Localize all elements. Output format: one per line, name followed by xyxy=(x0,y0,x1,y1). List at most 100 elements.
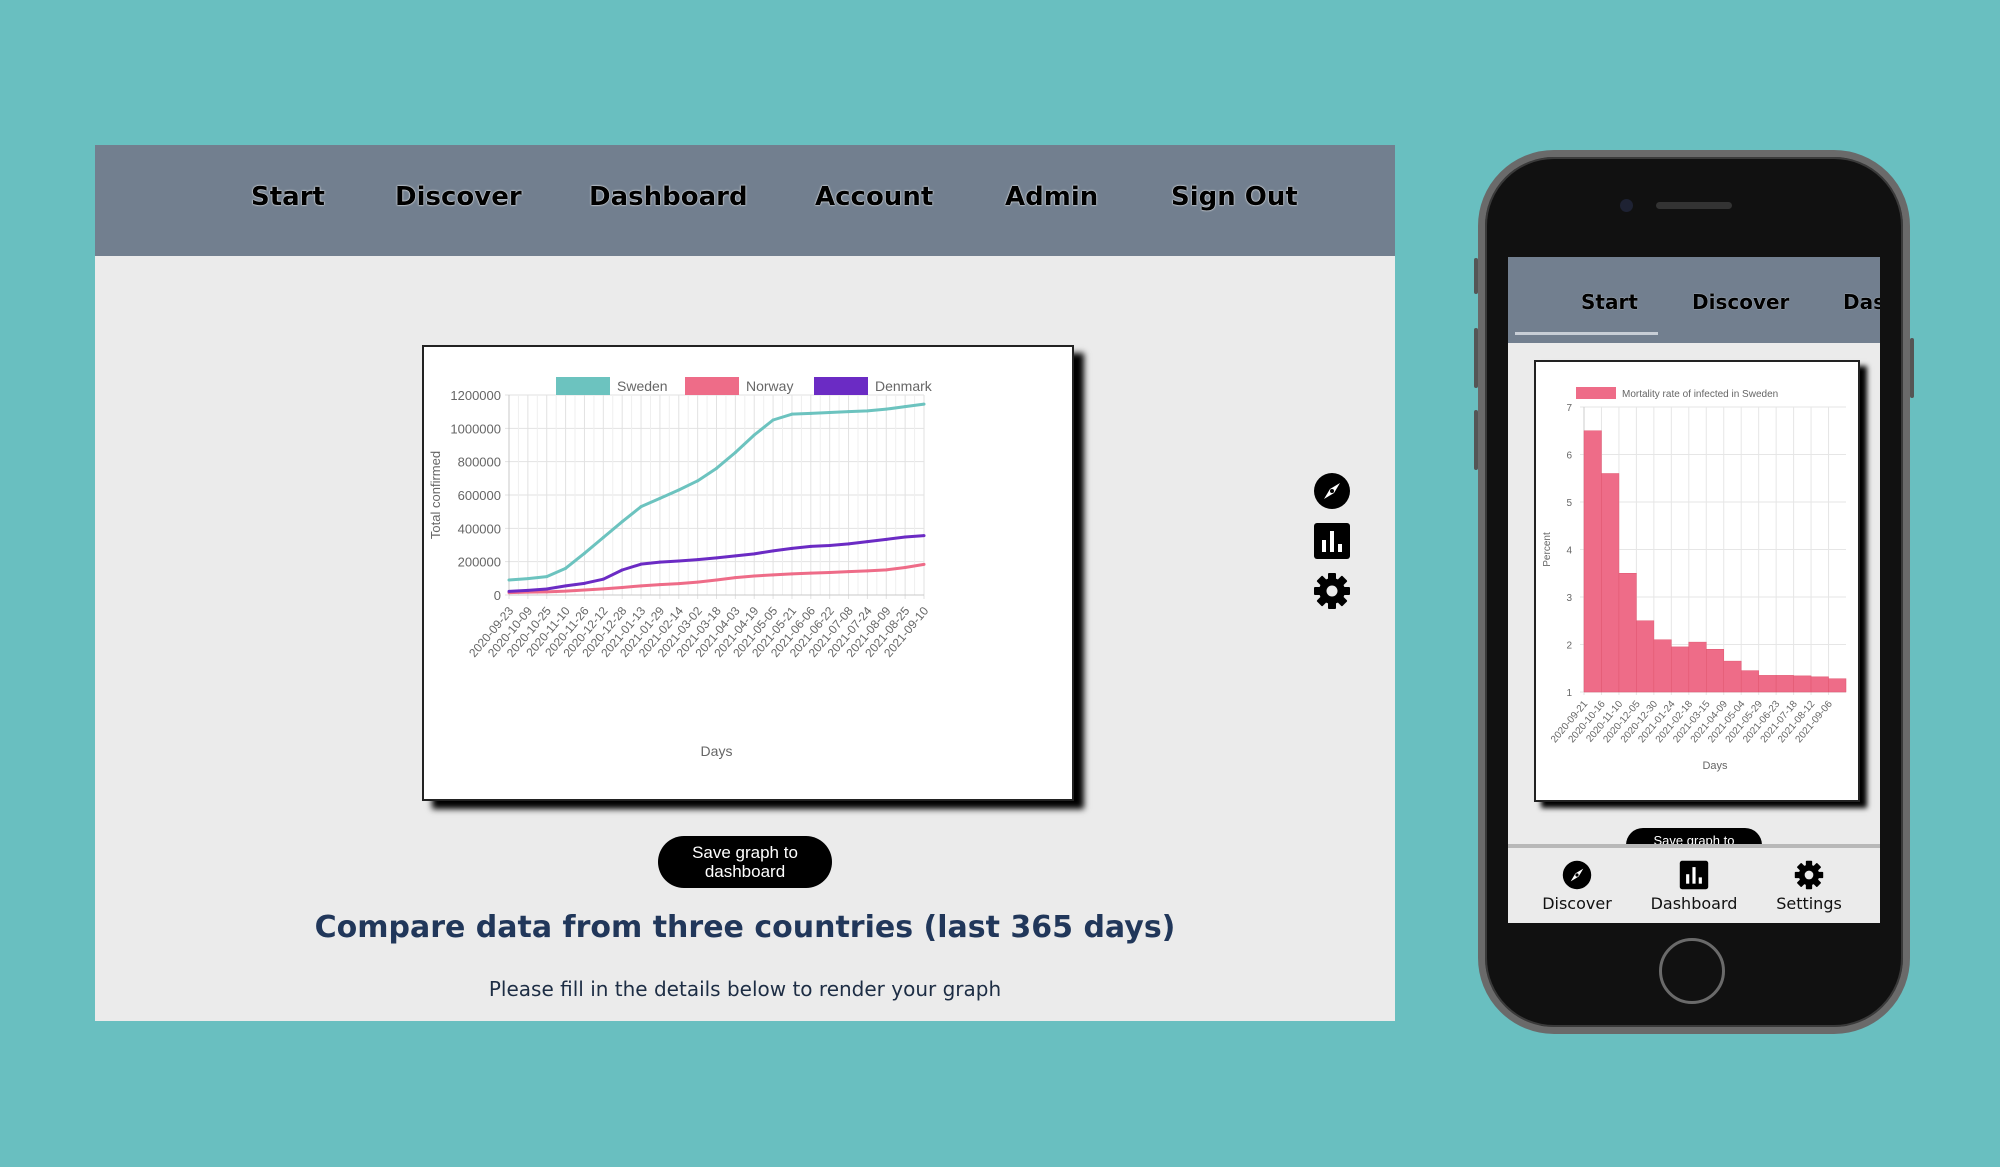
phone-top-navigation: Start Discover Das xyxy=(1508,257,1880,343)
nav-account[interactable]: Account xyxy=(815,182,933,212)
legend-label: Denmark xyxy=(875,378,933,394)
phone-home-button[interactable] xyxy=(1659,938,1725,1004)
legend-swatch xyxy=(685,377,739,395)
phone-power-button xyxy=(1910,338,1914,398)
data-point xyxy=(620,520,624,524)
bottom-nav-label: Settings xyxy=(1776,894,1842,913)
data-point xyxy=(884,568,888,572)
data-point xyxy=(564,589,568,593)
data-point xyxy=(771,573,775,577)
data-point xyxy=(601,577,605,581)
data-point xyxy=(715,578,718,582)
data-point xyxy=(790,546,794,550)
data-point xyxy=(696,558,700,562)
data-point xyxy=(865,569,869,573)
y-tick-label: 0 xyxy=(494,588,501,603)
data-point xyxy=(545,587,549,591)
save-graph-button[interactable]: Save graph to dashboard xyxy=(658,836,832,888)
data-point xyxy=(658,560,662,564)
data-point xyxy=(884,407,888,411)
phone-nav-discover[interactable]: Discover xyxy=(1692,290,1789,314)
top-navigation-bar: Start Discover Dashboard Account Admin S… xyxy=(95,145,1395,256)
bottom-nav-discover[interactable]: Discover xyxy=(1522,860,1632,913)
data-point xyxy=(809,544,813,548)
y-tick-label: 800000 xyxy=(458,455,501,470)
gear-icon xyxy=(1794,860,1824,890)
page-heading: Compare data from three countries (last … xyxy=(314,910,1176,945)
bottom-nav-label: Discover xyxy=(1542,894,1612,913)
y-axis-title: Total confirmed xyxy=(428,451,443,539)
bar xyxy=(1601,473,1620,693)
nav-dashboard[interactable]: Dashboard xyxy=(589,182,748,212)
data-point xyxy=(639,584,643,588)
data-point xyxy=(847,570,851,574)
bar xyxy=(1636,620,1655,693)
active-tab-indicator xyxy=(1515,332,1658,335)
y-tick-label: 200000 xyxy=(458,555,501,570)
bottom-nav-dashboard[interactable]: Dashboard xyxy=(1639,860,1749,913)
y-tick-label: 600000 xyxy=(458,488,501,503)
data-point xyxy=(733,554,737,558)
data-point xyxy=(526,577,530,581)
y-tick-label: 1 xyxy=(1566,688,1572,699)
bar xyxy=(1723,660,1742,693)
data-point xyxy=(771,549,775,553)
data-point xyxy=(733,451,737,454)
data-point xyxy=(715,466,718,470)
data-point xyxy=(790,412,794,416)
phone-screen: Start Discover Das 1 2 3 4 5 6 7 2020-09-21 2020… xyxy=(1508,257,1880,923)
data-point xyxy=(790,572,794,576)
y-tick-label: 400000 xyxy=(458,521,501,536)
bottom-nav-settings[interactable]: Settings xyxy=(1754,860,1864,913)
data-point xyxy=(922,402,926,406)
data-point xyxy=(809,571,813,575)
bar-chart-icon[interactable] xyxy=(1313,522,1351,560)
data-point xyxy=(809,411,813,415)
phone-nav-start[interactable]: Start xyxy=(1581,290,1638,314)
y-tick-label: 1000000 xyxy=(450,421,501,436)
legend-label: Mortality rate of infected in Sweden xyxy=(1622,389,1778,400)
data-point xyxy=(601,536,605,539)
y-tick-label: 5 xyxy=(1566,498,1572,509)
data-point xyxy=(733,576,737,580)
bar xyxy=(1758,675,1777,693)
data-point xyxy=(696,580,700,584)
y-tick-label: 7 xyxy=(1566,403,1572,414)
data-point xyxy=(752,552,756,556)
bar-chart-icon xyxy=(1679,860,1709,890)
y-tick-label: 4 xyxy=(1566,546,1572,557)
phone-nav-dashboard[interactable]: Das xyxy=(1843,290,1880,314)
data-point xyxy=(658,496,662,500)
legend-label: Norway xyxy=(746,378,793,394)
compass-icon[interactable] xyxy=(1313,472,1351,510)
data-point xyxy=(620,568,624,572)
gear-icon[interactable] xyxy=(1313,572,1351,610)
data-point xyxy=(903,405,907,409)
phone-speaker xyxy=(1656,202,1732,209)
data-point xyxy=(564,566,568,570)
mortality-bar-chart: 12345672020-09-212020-10-162020-11-10202… xyxy=(1542,387,1847,772)
bar xyxy=(1828,678,1847,693)
nav-sign-out[interactable]: Sign Out xyxy=(1171,182,1298,212)
x-axis-title: Days xyxy=(701,743,733,759)
nav-discover[interactable]: Discover xyxy=(395,182,522,212)
data-point xyxy=(884,537,888,541)
data-point xyxy=(507,578,511,582)
nav-admin[interactable]: Admin xyxy=(1005,182,1098,212)
data-point xyxy=(564,584,568,588)
data-point xyxy=(771,418,775,422)
data-point xyxy=(922,534,926,538)
data-point xyxy=(582,588,586,592)
legend-swatch xyxy=(814,377,868,395)
data-point xyxy=(922,562,926,566)
data-point xyxy=(582,551,586,555)
data-point xyxy=(752,574,756,578)
data-point xyxy=(865,409,869,413)
nav-start[interactable]: Start xyxy=(251,182,325,212)
page-subheading: Please fill in the details below to rend… xyxy=(488,977,1002,1001)
data-point xyxy=(752,433,756,437)
y-tick-label: 3 xyxy=(1566,593,1572,604)
bar xyxy=(1810,676,1829,693)
y-tick-label: 1200000 xyxy=(450,388,501,403)
bar xyxy=(1793,675,1812,693)
